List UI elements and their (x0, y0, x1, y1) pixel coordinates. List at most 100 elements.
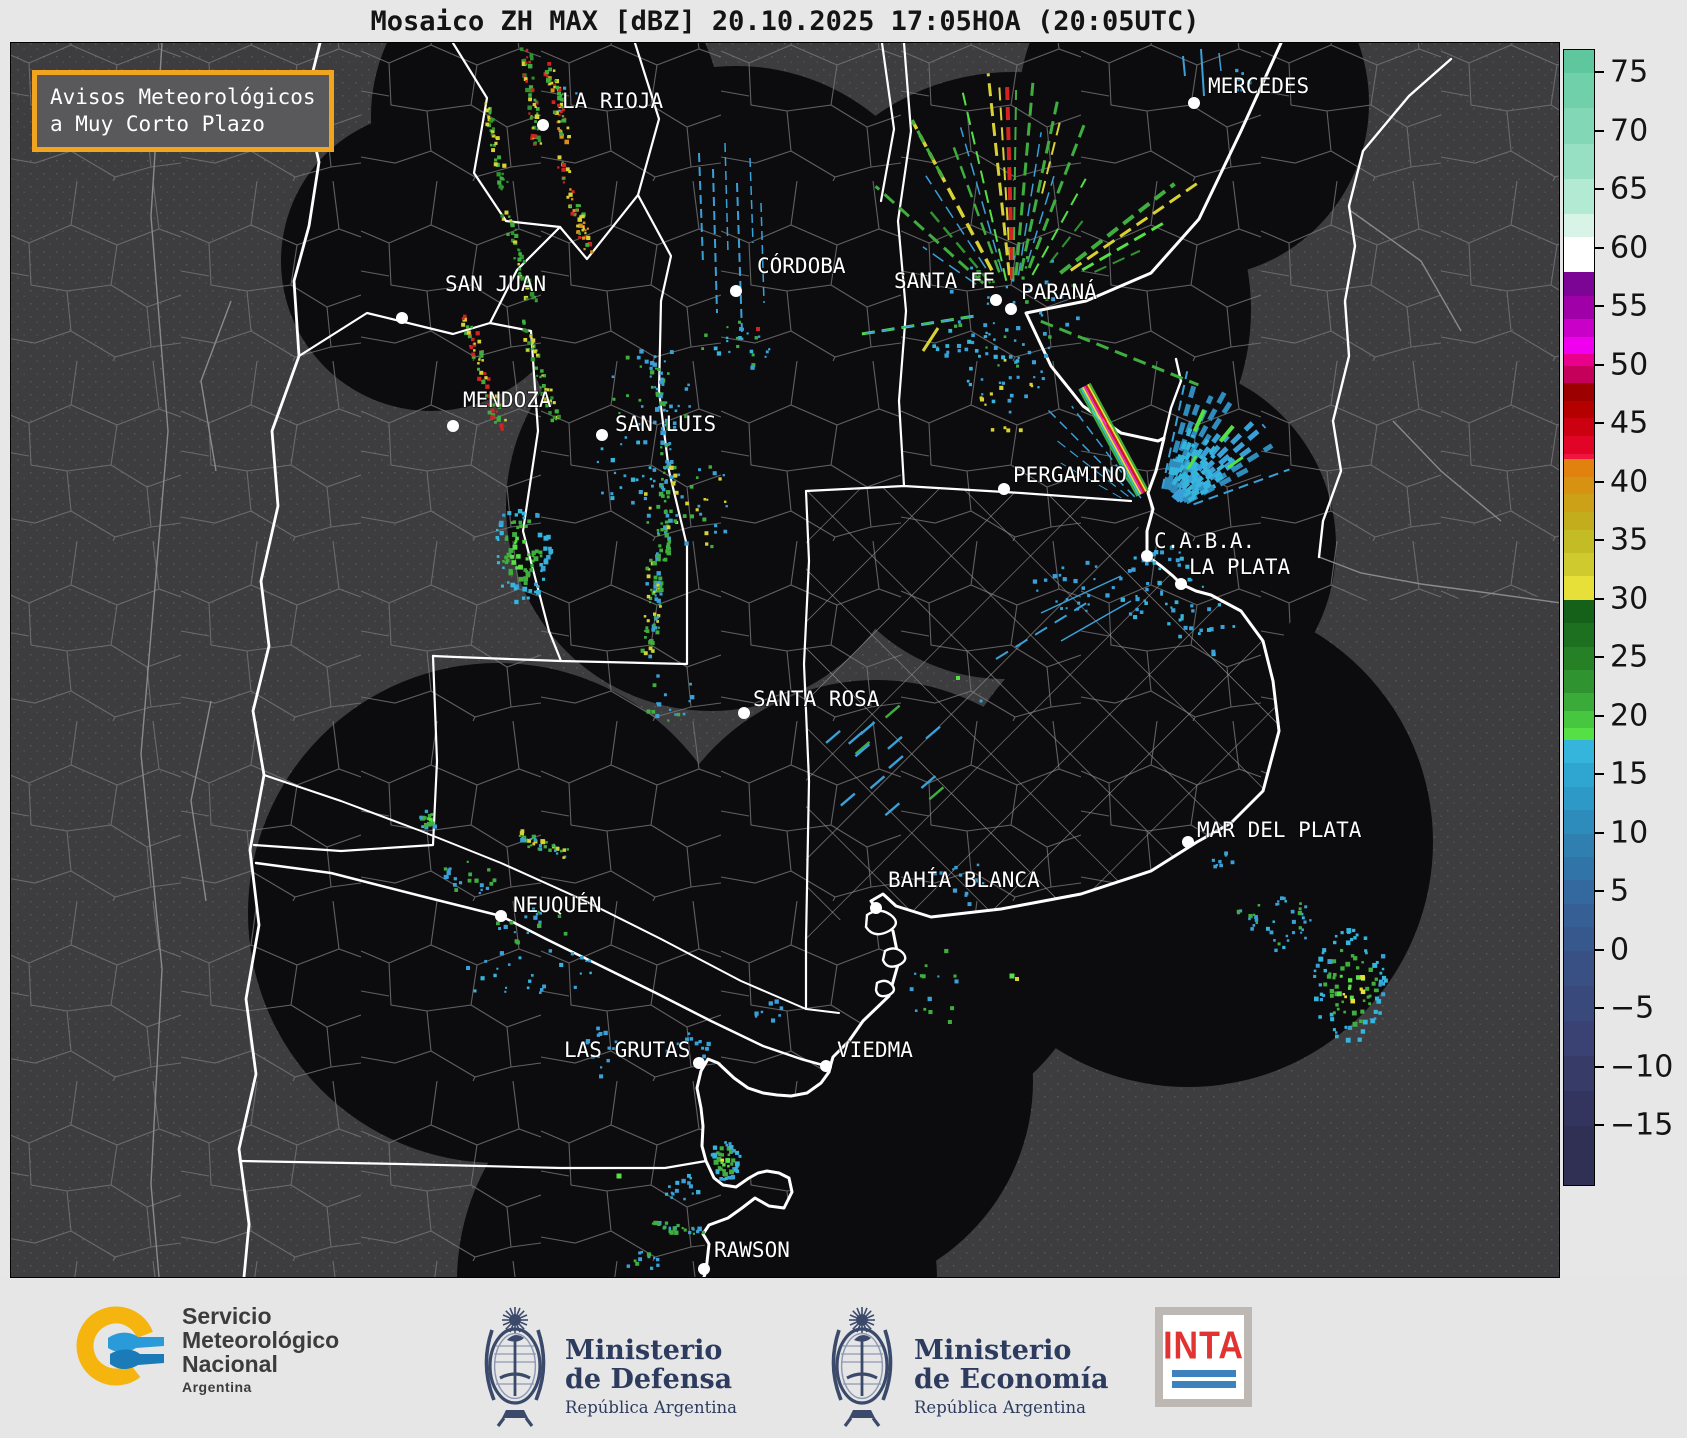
city-label-viedma: VIEDMA (837, 1038, 913, 1062)
city-dot-neuquen (495, 910, 507, 922)
colorbar-tick-mark (1594, 831, 1604, 834)
defensa-coat (478, 1306, 552, 1432)
colorbar-tick-mark (1594, 714, 1604, 717)
smn-line3: Nacional (182, 1351, 278, 1377)
colorbar-tick-mark (1594, 890, 1604, 893)
colorbar-tick-10: 10 (1610, 815, 1649, 851)
inta-bar-2 (1171, 1380, 1236, 1388)
colorbar-tick-45: 45 (1610, 405, 1649, 441)
colorbar-segment (1564, 1090, 1594, 1127)
colorbar-tick-mark (1594, 305, 1604, 308)
economia-logo: Ministerio de Economía República Argenti… (914, 1336, 1108, 1417)
colorbar-segment (1564, 354, 1594, 366)
colorbar-tick-20: 20 (1610, 698, 1649, 734)
colorbar-segment (1564, 365, 1594, 384)
city-label-mar-del-plata: MAR DEL PLATA (1197, 818, 1362, 842)
inta-logo: INTA (1155, 1307, 1252, 1407)
alert-box-line2: a Muy Corto Plazo (50, 112, 265, 136)
colorbar-segment (1564, 295, 1594, 320)
colorbar-segment (1564, 903, 1594, 928)
city-dot-santa-fe (990, 294, 1002, 306)
colorbar-tick-70: 70 (1610, 113, 1649, 149)
colorbar-segment (1564, 213, 1594, 238)
colorbar-tick-mark (1594, 656, 1604, 659)
defensa-logo: Ministerio de Defensa República Argentin… (565, 1336, 737, 1417)
city-dot-rawson (698, 1263, 710, 1275)
city-dot-parana (1005, 303, 1017, 315)
colorbar-tick-mark (1594, 1124, 1604, 1127)
smn-line2: Meteorológico (182, 1327, 340, 1353)
city-label-las-grutas: LAS GRUTAS (564, 1038, 690, 1062)
colorbar-segment (1564, 1126, 1594, 1185)
city-label-cordoba: CÓRDOBA (757, 253, 846, 278)
colorbar-segment (1564, 178, 1594, 214)
city-label-san-juan: SAN JUAN (445, 272, 546, 296)
colorbar-segment (1564, 623, 1594, 647)
city-dot-caba (1141, 550, 1153, 562)
colorbar-segment (1564, 1020, 1594, 1056)
city-label-bahia-blanca: BAHÍA BLANCA (888, 867, 1040, 892)
colorbar-segment (1564, 512, 1594, 530)
colorbar-segment (1564, 646, 1594, 670)
economia-coat (825, 1306, 899, 1432)
colorbar-tick-mark (1594, 246, 1604, 249)
colorbar-segment (1564, 476, 1594, 495)
colorbar-segment (1564, 494, 1594, 513)
colorbar-tick-mark (1594, 597, 1604, 600)
colorbar-tick-mark (1594, 1007, 1604, 1010)
economia-line3: República Argentina (914, 1398, 1086, 1417)
colorbar-segment (1564, 436, 1594, 454)
city-label-santa-fe: SANTA FE (894, 269, 995, 293)
radar-title: Mosaico ZH MAX [dBZ] 20.10.2025 17:05HOA… (370, 6, 1200, 37)
colorbar-segment (1564, 985, 1594, 1021)
colorbar-tick-0: 0 (1610, 932, 1630, 968)
colorbar-tick-5: 5 (1610, 873, 1630, 909)
colorbar-tick-40: 40 (1610, 464, 1649, 500)
colorbar-segment (1564, 383, 1594, 401)
city-dot-bahia-blanca (870, 902, 882, 914)
city-dot-las-grutas (693, 1057, 705, 1069)
colorbar-tick--15: −15 (1610, 1107, 1674, 1143)
colorbar-segment (1564, 50, 1594, 74)
colorbar-tick-mark (1594, 480, 1604, 483)
alert-box: Avisos Meteorológicos a Muy Corto Plazo (32, 70, 334, 152)
coat-of-arms-icon (831, 1307, 893, 1427)
colorbar-tick-60: 60 (1610, 230, 1649, 266)
colorbar-segment (1564, 1055, 1594, 1091)
colorbar-tick-65: 65 (1610, 171, 1649, 207)
colorbar-tick-75: 75 (1610, 54, 1649, 90)
colorbar-tick--5: −5 (1610, 990, 1655, 1026)
colorbar-segment (1564, 810, 1594, 834)
colorbar-segment (1564, 950, 1594, 986)
smn-line4: Argentina (182, 1379, 252, 1395)
colorbar-tick-mark (1594, 948, 1604, 951)
radar-map: MERCEDES LA RIOJA SAN JUAN CÓRDOBA SANTA FE P… (10, 0, 1562, 1438)
colorbar-tick-mark (1594, 422, 1604, 425)
colorbar-segment (1564, 599, 1594, 624)
smn-text: Servicio Meteorológico Nacional Argentin… (182, 1304, 339, 1395)
defensa-line2: de Defensa (565, 1364, 733, 1395)
colorbar-segment (1564, 833, 1594, 858)
colorbar-tick-mark (1594, 129, 1604, 132)
inta-wordmark: INTA (1163, 1323, 1244, 1368)
colorbar-segment (1564, 459, 1594, 477)
smn-icon (76, 1306, 164, 1386)
colorbar-segment (1564, 740, 1594, 764)
city-dot-cordoba (730, 285, 742, 297)
city-dot-la-plata (1175, 578, 1187, 590)
colorbar-segment (1564, 336, 1594, 355)
colorbar-segment (1564, 669, 1594, 694)
colorbar-tick-mark (1594, 1065, 1604, 1068)
city-dot-mendoza (447, 420, 459, 432)
reflectivity-colorbar (1563, 49, 1595, 1186)
city-label-caba: C.A.B.A. (1154, 529, 1255, 553)
radar-map-canvas: MERCEDES LA RIOJA SAN JUAN CÓRDOBA SANTA FE P… (11, 0, 1562, 1438)
economia-line2: de Economía (914, 1364, 1109, 1395)
colorbar-tick-25: 25 (1610, 639, 1649, 675)
colorbar-segment (1564, 763, 1594, 787)
colorbar-segment (1564, 73, 1594, 109)
footer: Servicio Meteorológico Nacional Argentin… (0, 1278, 1687, 1438)
smn-line1: Servicio (182, 1303, 272, 1329)
colorbar-tick-mark (1594, 773, 1604, 776)
colorbar-segment (1564, 319, 1594, 337)
